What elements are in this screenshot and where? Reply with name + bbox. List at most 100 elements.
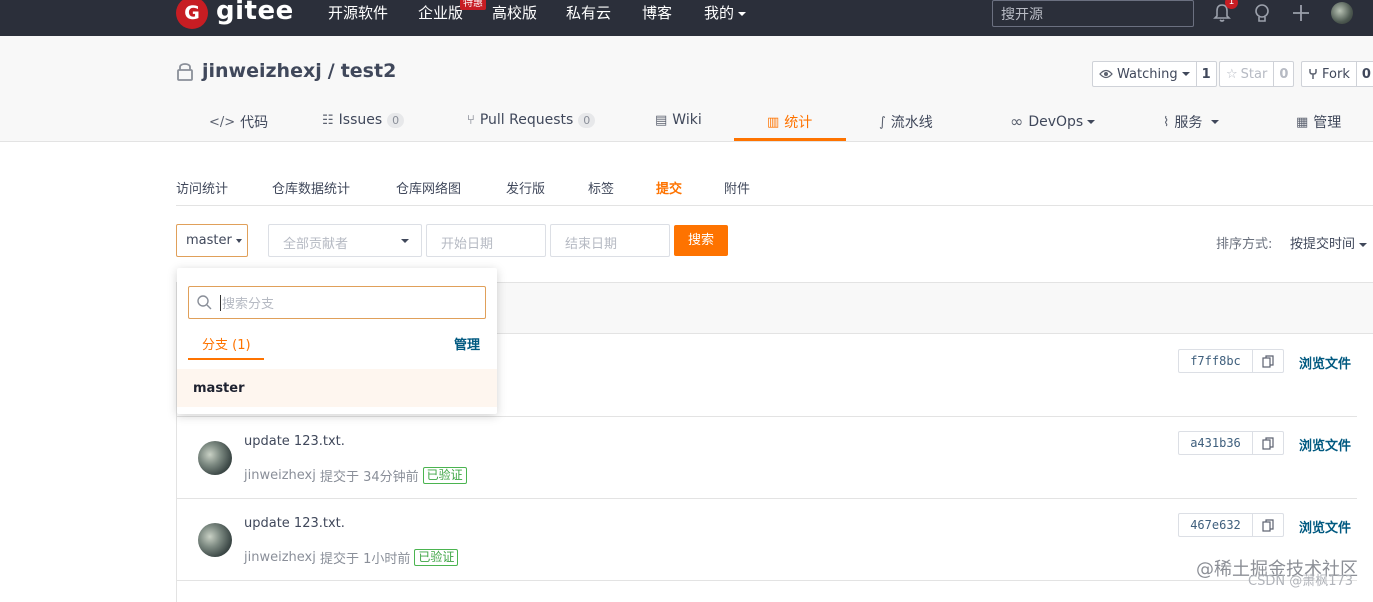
chevron-down-icon [401, 239, 409, 243]
contributor-placeholder: 全部贡献者 [283, 237, 349, 252]
gitee-logo[interactable]: G gitee [176, 0, 294, 30]
branch-select-value: master [186, 233, 232, 248]
plus-icon[interactable] [1290, 2, 1312, 24]
fork-icon [1309, 69, 1317, 79]
start-date-input[interactable]: 开始日期 [426, 224, 546, 257]
active-tab-indicator [734, 138, 846, 141]
commit-meta: jinweizhexj 提交于 1小时前 已验证 [244, 548, 459, 567]
lock-icon [177, 63, 193, 81]
tab-code[interactable]: </> 代码 [209, 112, 268, 132]
commit-author[interactable]: jinweizhexj [244, 468, 316, 483]
branch-select[interactable]: master [176, 224, 248, 257]
browse-files-link[interactable]: 浏览文件 [1299, 435, 1351, 454]
nav-private-cloud[interactable]: 私有云 [566, 3, 611, 23]
commit-sha-link[interactable]: f7ff8bc [1179, 350, 1253, 372]
global-search-input[interactable]: 搜开源 [992, 0, 1194, 27]
branch-search-placeholder: 搜索分支 [222, 297, 275, 312]
author-avatar[interactable] [198, 441, 232, 475]
repo-owner-link[interactable]: jinweizhexj [202, 60, 322, 82]
tab-devops[interactable]: ∞ DevOps [1010, 112, 1096, 131]
top-navbar: G gitee 开源软件 企业版 特惠 高校版 私有云 博客 我的 搜开源 1 [0, 0, 1373, 36]
tab-label: Pull Requests [479, 112, 574, 128]
issues-count: 0 [387, 112, 405, 128]
commit-sha-link[interactable]: 467e632 [1179, 514, 1253, 536]
subtab-repo-data[interactable]: 仓库数据统计 [272, 178, 350, 197]
manage-branches-link[interactable]: 管理 [454, 334, 480, 353]
logo-mark: G [176, 0, 208, 29]
lightbulb-icon[interactable] [1251, 2, 1273, 24]
sort-label: 排序方式: [1216, 237, 1273, 252]
chevron-down-icon [1359, 242, 1368, 247]
devops-icon: ∞ [1010, 112, 1024, 131]
watch-count[interactable]: 1 [1197, 62, 1216, 86]
commit-author[interactable]: jinweizhexj [244, 550, 316, 565]
tab-statistics[interactable]: ▥ 统计 [767, 112, 812, 132]
branches-tab[interactable]: 分支 (1) [202, 334, 251, 353]
chart-icon: ▥ [767, 114, 780, 130]
commit-message[interactable]: update 123.txt. [244, 434, 345, 449]
star-icon: ☆ [1226, 66, 1238, 82]
copy-icon[interactable] [1253, 432, 1283, 454]
commit-sha: 467e632 [1178, 513, 1284, 537]
search-button[interactable]: 搜索 [674, 225, 728, 256]
branch-dropdown: 搜索分支 分支 (1) 管理 master [177, 268, 497, 414]
nav-enterprise[interactable]: 企业版 [418, 3, 463, 23]
text-cursor [220, 294, 221, 311]
nav-blog[interactable]: 博客 [642, 3, 672, 23]
tab-label: 统计 [784, 115, 813, 131]
subtab-releases[interactable]: 发行版 [506, 178, 545, 197]
branch-option-master[interactable]: master [177, 369, 497, 407]
copy-icon[interactable] [1253, 514, 1283, 536]
browse-files-link[interactable]: 浏览文件 [1299, 353, 1351, 372]
chevron-down-icon [1181, 72, 1190, 76]
nav-open-source[interactable]: 开源软件 [328, 3, 388, 23]
commit-sha: a431b36 [1178, 431, 1284, 455]
star-button-group: ☆ Star 0 [1219, 61, 1295, 87]
sort-value: 按提交时间 [1290, 237, 1356, 252]
tab-manage[interactable]: ▦ 管理 [1296, 112, 1341, 132]
subtab-tags[interactable]: 标签 [588, 178, 614, 197]
commit-message[interactable]: update 123.txt. [244, 516, 345, 531]
end-date-input[interactable]: 结束日期 [550, 224, 670, 257]
tab-issues[interactable]: ☷ Issues 0 [322, 112, 405, 128]
star-button[interactable]: ☆ Star [1220, 62, 1275, 86]
contributor-select[interactable]: 全部贡献者 [268, 224, 422, 257]
star-count[interactable]: 0 [1274, 62, 1293, 86]
subtab-network-graph[interactable]: 仓库网络图 [396, 178, 461, 197]
eye-icon [1099, 69, 1113, 79]
commit-sha-link[interactable]: a431b36 [1179, 432, 1253, 454]
user-avatar[interactable] [1331, 2, 1353, 24]
chevron-down-icon [738, 11, 747, 16]
sort-select[interactable]: 按提交时间 [1290, 233, 1368, 252]
fork-count[interactable]: 0 [1357, 62, 1373, 86]
notification-badge: 1 [1225, 0, 1238, 9]
browse-files-link[interactable]: 浏览文件 [1299, 517, 1351, 536]
nav-university[interactable]: 高校版 [492, 3, 537, 23]
commit-time: 提交于 34分钟前 [319, 470, 419, 485]
repo-title: jinweizhexj / test2 [176, 60, 396, 82]
subtab-attachments[interactable]: 附件 [724, 178, 750, 197]
repo-name-link[interactable]: test2 [341, 60, 397, 82]
tab-services[interactable]: ⌇ 服务 [1163, 112, 1220, 132]
fork-button-group: Fork 0 [1301, 61, 1373, 87]
nav-mine[interactable]: 我的 [704, 3, 747, 23]
tab-pipeline[interactable]: ∫ 流水线 [879, 112, 933, 132]
nav-mine-label: 我的 [704, 4, 735, 22]
commit-time: 提交于 1小时前 [319, 552, 411, 567]
subtab-commits[interactable]: 提交 [656, 178, 682, 197]
author-avatar[interactable] [198, 523, 232, 557]
tab-wiki[interactable]: ▤ Wiki [655, 112, 702, 128]
copy-icon[interactable] [1253, 350, 1283, 372]
tab-label: 服务 [1174, 115, 1203, 131]
star-label: Star [1240, 66, 1268, 82]
fork-button[interactable]: Fork [1302, 62, 1357, 86]
subtab-visit-stats[interactable]: 访问统计 [176, 178, 228, 197]
statistics-subtabs: 访问统计 仓库数据统计 仓库网络图 发行版 标签 提交 附件 [176, 178, 1373, 206]
branch-search-input[interactable]: 搜索分支 [188, 286, 486, 319]
watch-button[interactable]: Watching [1093, 62, 1197, 86]
tab-pull-requests[interactable]: ⑂ Pull Requests 0 [467, 112, 596, 128]
verified-badge: 已验证 [414, 549, 459, 566]
repo-header: jinweizhexj / test2 Watching 1 ☆ Star 0 … [0, 36, 1373, 142]
branches-tab-indicator [188, 358, 264, 360]
watch-button-group: Watching 1 [1092, 61, 1217, 87]
